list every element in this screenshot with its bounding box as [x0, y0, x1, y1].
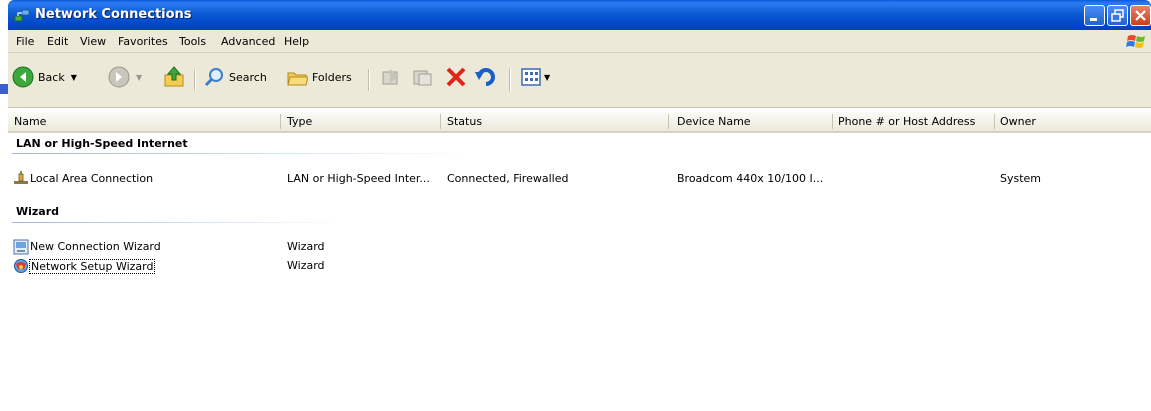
wizard-name: Network Setup Wizard	[29, 259, 156, 274]
forward-button[interactable]: ▼	[108, 66, 142, 88]
move-to-icon	[382, 69, 399, 85]
column-name[interactable]: Name	[14, 115, 46, 128]
copy-to-button[interactable]	[411, 66, 433, 88]
desktop-edge	[0, 84, 8, 94]
minimize-button[interactable]	[1084, 5, 1105, 26]
connection-name: Local Area Connection	[30, 172, 154, 185]
search-button[interactable]: Search	[203, 66, 267, 88]
folders-icon	[287, 72, 308, 86]
menu-bar: File Edit View Favorites Tools Advanced …	[8, 30, 1151, 53]
menu-advanced[interactable]: Advanced	[221, 35, 275, 48]
views-button[interactable]: ▼	[520, 66, 550, 88]
close-button[interactable]	[1130, 5, 1151, 26]
search-icon	[204, 68, 223, 87]
delete-x-icon	[446, 67, 466, 87]
lan-connection-icon	[14, 171, 28, 184]
windows-logo-icon	[1126, 35, 1145, 48]
network-connections-icon	[14, 9, 30, 22]
connection-status: Connected, Firewalled	[447, 172, 569, 185]
connection-type: LAN or High-Speed Inter...	[287, 172, 430, 185]
back-button[interactable]: Back ▼	[12, 66, 77, 88]
back-arrow-icon	[12, 66, 34, 88]
column-device-name[interactable]: Device Name	[677, 115, 751, 128]
back-label: Back	[38, 70, 65, 84]
restore-icon	[1111, 9, 1124, 22]
undo-button[interactable]	[475, 66, 497, 88]
list-item[interactable]: Network Setup Wizard Wizard	[8, 257, 1151, 275]
search-label: Search	[229, 70, 267, 84]
folders-label: Folders	[312, 70, 352, 84]
new-connection-wizard-icon	[13, 239, 29, 255]
minimize-icon	[1090, 18, 1097, 21]
title-bar[interactable]: Network Connections	[8, 0, 1151, 30]
back-dropdown-icon[interactable]: ▼	[71, 73, 77, 82]
column-type[interactable]: Type	[287, 115, 312, 128]
group-header-lan: LAN or High-Speed Internet	[16, 137, 188, 150]
group-divider	[12, 153, 472, 154]
group-divider	[12, 222, 342, 223]
menu-edit[interactable]: Edit	[47, 35, 68, 48]
network-connections-window: Network Connections File Edit View Favor…	[8, 0, 1151, 411]
network-setup-wizard-icon	[14, 259, 28, 273]
folders-button[interactable]: Folders	[286, 66, 352, 88]
up-folder-icon	[164, 66, 184, 87]
menu-view[interactable]: View	[80, 35, 106, 48]
up-folder-button[interactable]	[162, 65, 186, 89]
window-title: Network Connections	[35, 7, 192, 22]
menu-favorites[interactable]: Favorites	[118, 35, 168, 48]
column-owner[interactable]: Owner	[1000, 115, 1036, 128]
views-dropdown-icon[interactable]: ▼	[544, 73, 550, 82]
move-to-button[interactable]	[380, 66, 402, 88]
wizard-type: Wizard	[287, 259, 325, 272]
connection-owner: System	[1000, 172, 1042, 185]
menu-tools[interactable]: Tools	[179, 35, 206, 48]
wizard-type: Wizard	[287, 240, 325, 253]
list-item[interactable]: Local Area Connection LAN or High-Speed …	[8, 170, 1151, 188]
column-status[interactable]: Status	[447, 115, 482, 128]
copy-to-icon	[413, 70, 432, 86]
delete-button[interactable]	[445, 66, 467, 88]
list-item[interactable]: New Connection Wizard Wizard	[8, 238, 1151, 256]
maximize-button[interactable]	[1107, 5, 1128, 26]
forward-arrow-icon	[108, 66, 130, 88]
close-icon	[1135, 10, 1146, 21]
connection-device: Broadcom 440x 10/100 I...	[677, 172, 824, 185]
column-header-bar: Name Type Status Device Name Phone # or …	[8, 112, 1151, 133]
menu-file[interactable]: File	[16, 35, 34, 48]
views-grid-icon	[521, 68, 541, 86]
column-phone-host[interactable]: Phone # or Host Address	[838, 115, 975, 128]
toolbar: Back ▼ ▼ Search Folders ▼	[8, 53, 1151, 108]
menu-help[interactable]: Help	[284, 35, 309, 48]
wizard-name: New Connection Wizard	[30, 240, 161, 253]
group-header-wizard: Wizard	[16, 205, 60, 218]
undo-icon	[475, 68, 495, 86]
forward-dropdown-icon[interactable]: ▼	[136, 73, 142, 82]
